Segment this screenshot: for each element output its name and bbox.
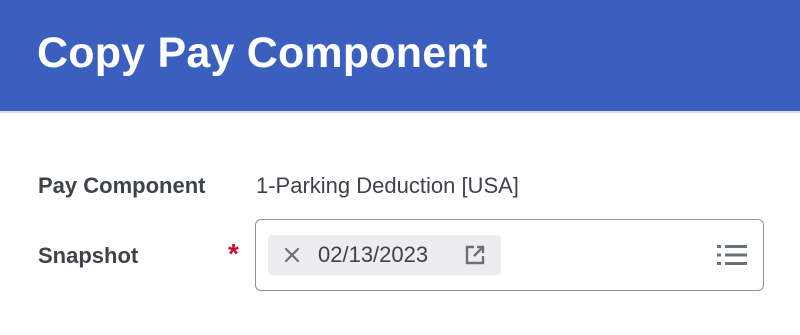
snapshot-prompt-field[interactable]: 02/13/2023 <box>255 219 764 291</box>
selected-snapshot-pill[interactable]: 02/13/2023 <box>268 235 501 275</box>
close-icon[interactable] <box>282 245 302 265</box>
page-header: Copy Pay Component <box>0 0 800 113</box>
selected-snapshot-value: 02/13/2023 <box>318 242 429 267</box>
list-icon[interactable] <box>716 243 748 267</box>
snapshot-label: Snapshot <box>38 243 139 268</box>
open-related-icon[interactable] <box>464 244 486 266</box>
pay-component-label: Pay Component <box>38 173 206 198</box>
required-indicator: * <box>228 238 239 269</box>
pay-component-value: 1-Parking Deduction [USA] <box>256 173 519 198</box>
page-title: Copy Pay Component <box>37 29 488 77</box>
